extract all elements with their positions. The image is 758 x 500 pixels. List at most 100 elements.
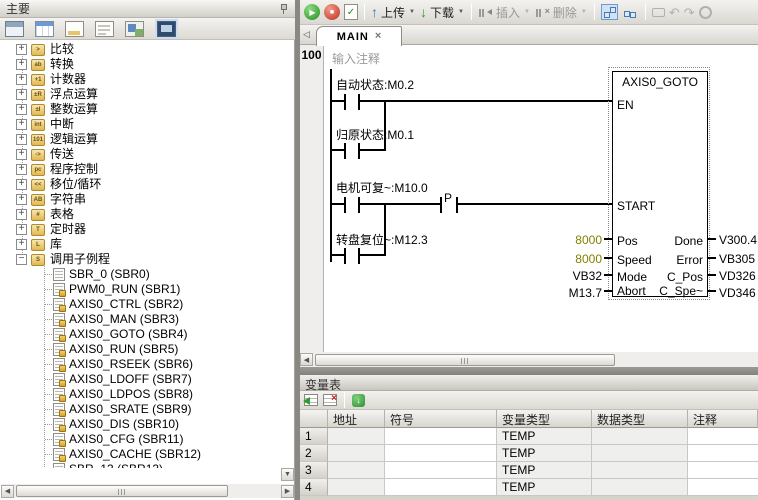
expand-icon[interactable]: +	[16, 224, 27, 235]
cell-address[interactable]	[328, 428, 385, 445]
row-header[interactable]: 1	[300, 428, 328, 445]
ladder-editor[interactable]: 100 输入注释 自动状态:M0.2 归原状态:M0.1 电机可复~:M10.0	[300, 45, 758, 352]
pin-icon[interactable]	[279, 4, 289, 14]
cross-reference-icon[interactable]	[125, 21, 144, 37]
expand-icon[interactable]: +	[16, 134, 27, 145]
download-button[interactable]: ↓ 下载 ▼	[420, 4, 465, 21]
tree-folder-string[interactable]: +AB字符串	[0, 192, 280, 207]
scroll-left-button[interactable]: ◀	[300, 353, 313, 366]
cell-data-type[interactable]	[592, 428, 688, 445]
expand-icon[interactable]: +	[16, 59, 27, 70]
cell-address[interactable]	[328, 462, 385, 479]
tree-folder-move[interactable]: +->传送	[0, 147, 280, 162]
cell-data-type[interactable]	[592, 479, 688, 496]
tree-folder-convert[interactable]: +ab转换	[0, 57, 280, 72]
scrollbar-thumb[interactable]	[16, 485, 228, 497]
tree-item-axis0-cache[interactable]: AXIS0_CACHE (SBR12)	[0, 447, 280, 462]
cell-comment[interactable]	[688, 479, 758, 496]
tree-item-axis0-man[interactable]: AXIS0_MAN (SBR3)	[0, 312, 280, 327]
scroll-left-button[interactable]: ◀	[1, 485, 14, 498]
tree-item-axis0-cfg[interactable]: AXIS0_CFG (SBR11)	[0, 432, 280, 447]
cell-var-type[interactable]: TEMP	[497, 445, 592, 462]
tab-scroll-left-button[interactable]: ◁	[303, 29, 310, 40]
communication-icon[interactable]	[157, 21, 176, 37]
cell-address[interactable]	[328, 479, 385, 496]
tree-item-axis0-run[interactable]: AXIS0_RUN (SBR5)	[0, 342, 280, 357]
tree-item-pwm0-run[interactable]: PWM0_RUN (SBR1)	[0, 282, 280, 297]
status-chart-icon[interactable]	[65, 21, 84, 37]
delete-row-icon[interactable]: ×	[323, 394, 337, 406]
tree-item-sbr-13[interactable]: SBR_13 (SBR13)	[0, 462, 280, 468]
operand-done-value[interactable]: V300.4	[719, 233, 757, 247]
expand-icon[interactable]: +	[16, 149, 27, 160]
cell-data-type[interactable]	[592, 445, 688, 462]
expand-icon[interactable]: +	[16, 179, 27, 190]
upload-button[interactable]: ↑ 上传 ▼	[371, 4, 416, 21]
tree-item-axis0-srate[interactable]: AXIS0_SRATE (SBR9)	[0, 402, 280, 417]
cell-comment[interactable]	[688, 462, 758, 479]
expand-icon[interactable]: +	[16, 209, 27, 220]
scrollbar-thumb[interactable]	[315, 354, 615, 366]
apply-symbols-icon[interactable]: ↓	[352, 394, 365, 407]
tab-main[interactable]: MAIN ×	[316, 26, 402, 46]
tree-item-axis0-ldpos[interactable]: AXIS0_LDPOS (SBR8)	[0, 387, 280, 402]
tree-folder-shift-rotate[interactable]: +<<移位/循环	[0, 177, 280, 192]
expand-icon[interactable]: +	[16, 74, 27, 85]
expand-icon[interactable]: +	[16, 194, 27, 205]
stop-button[interactable]: ■	[324, 4, 340, 20]
tree-horizontal-scrollbar[interactable]: ◀ ▶	[1, 484, 294, 498]
tree-folder-timers[interactable]: +T定时器	[0, 222, 280, 237]
cell-symbol[interactable]	[385, 462, 497, 479]
editor-horizontal-scrollbar[interactable]: ◀	[300, 352, 758, 367]
expand-icon[interactable]: +	[16, 239, 27, 250]
tab-close-icon[interactable]: ×	[375, 31, 381, 42]
cell-var-type[interactable]: TEMP	[497, 479, 592, 496]
symbol-table-icon[interactable]	[35, 21, 54, 37]
tree-item-axis0-goto[interactable]: AXIS0_GOTO (SBR4)	[0, 327, 280, 342]
tree-item-axis0-ldoff[interactable]: AXIS0_LDOFF (SBR7)	[0, 372, 280, 387]
column-header-var-type[interactable]: 变量类型	[497, 410, 592, 428]
tree-folder-integer-math[interactable]: +±I整数运算	[0, 102, 280, 117]
cell-var-type[interactable]: TEMP	[497, 462, 592, 479]
insert-row-icon[interactable]	[304, 394, 318, 406]
tree-item-sbr-0[interactable]: SBR_0 (SBR0)	[0, 267, 280, 282]
data-block-icon[interactable]	[95, 21, 114, 37]
cell-symbol[interactable]	[385, 479, 497, 496]
row-header[interactable]: 4	[300, 479, 328, 496]
operand-cspeed-value[interactable]: VD346	[719, 286, 756, 300]
collapse-icon[interactable]: −	[16, 254, 27, 265]
cell-comment[interactable]	[688, 428, 758, 445]
operand-mode-value[interactable]: VB32	[536, 269, 602, 283]
program-block-icon[interactable]	[5, 21, 24, 37]
download-dropdown-icon[interactable]: ▼	[457, 9, 465, 15]
column-header-data-type[interactable]: 数据类型	[592, 410, 688, 428]
compile-button[interactable]: ✓	[344, 4, 358, 20]
tree-scroll-down-button[interactable]: ▼	[281, 468, 294, 481]
expand-icon[interactable]: +	[16, 89, 27, 100]
cell-data-type[interactable]	[592, 462, 688, 479]
cell-var-type[interactable]: TEMP	[497, 428, 592, 445]
pou-view-icon[interactable]	[622, 4, 639, 20]
cell-comment[interactable]	[688, 445, 758, 462]
tree-folder-compare[interactable]: +>比较	[0, 42, 280, 57]
tree-folder-interrupt[interactable]: +int中断	[0, 117, 280, 132]
expand-icon[interactable]: +	[16, 164, 27, 175]
cell-symbol[interactable]	[385, 445, 497, 462]
tree-folder-table[interactable]: +#表格	[0, 207, 280, 222]
expand-icon[interactable]: +	[16, 104, 27, 115]
tree-item-axis0-rseek[interactable]: AXIS0_RSEEK (SBR6)	[0, 357, 280, 372]
tree-item-axis0-dis[interactable]: AXIS0_DIS (SBR10)	[0, 417, 280, 432]
operand-speed-value[interactable]: 8000	[536, 252, 602, 266]
row-header[interactable]: 3	[300, 462, 328, 479]
column-header-comment[interactable]: 注释	[688, 410, 758, 428]
operand-pos-value[interactable]: 8000	[536, 233, 602, 247]
tree-folder-float-math[interactable]: +±R浮点运算	[0, 87, 280, 102]
tree-folder-program-control[interactable]: +pc程序控制	[0, 162, 280, 177]
cell-symbol[interactable]	[385, 428, 497, 445]
tree-folder-counters[interactable]: ++1计数器	[0, 72, 280, 87]
operand-cpos-value[interactable]: VD326	[719, 269, 756, 283]
column-header-address[interactable]: 地址	[328, 410, 385, 428]
tree-item-axis0-ctrl[interactable]: AXIS0_CTRL (SBR2)	[0, 297, 280, 312]
expand-icon[interactable]: +	[16, 44, 27, 55]
tree-folder-libraries[interactable]: +L库	[0, 237, 280, 252]
